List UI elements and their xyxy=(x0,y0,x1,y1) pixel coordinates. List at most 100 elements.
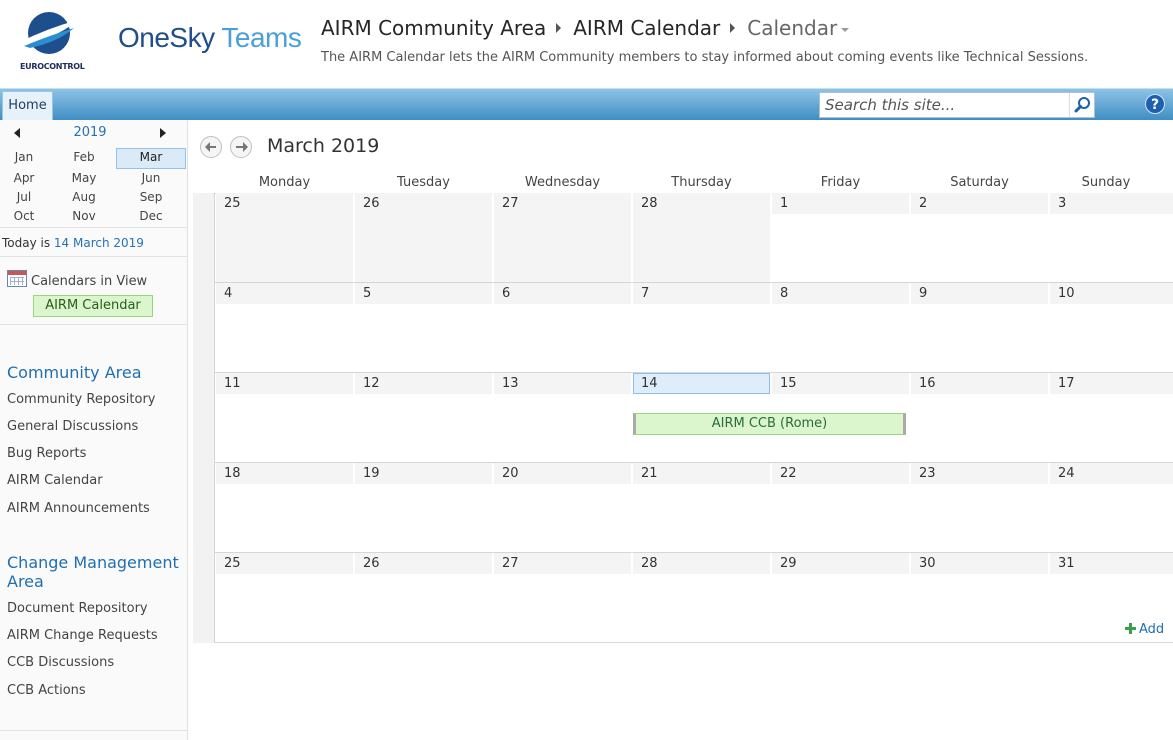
search-input[interactable] xyxy=(820,93,1068,117)
day-cell[interactable]: 19 xyxy=(355,463,494,552)
nav-heading-change-management-area[interactable]: Change Management Area xyxy=(7,553,179,591)
breadcrumb-current-view[interactable]: Calendar xyxy=(747,16,837,40)
today-indicator: Today is 14 March 2019 xyxy=(0,227,187,257)
week-gutter[interactable] xyxy=(193,193,215,283)
day-cell[interactable]: 18 xyxy=(216,463,355,552)
search-button[interactable] xyxy=(1069,93,1094,117)
nav-link-airm-announcements[interactable]: AIRM Announcements xyxy=(7,501,150,516)
day-cell[interactable]: 23 xyxy=(911,463,1050,552)
day-number: 14 xyxy=(633,373,770,394)
tab-home[interactable]: Home xyxy=(2,91,53,120)
day-cell[interactable]: 12 xyxy=(355,373,494,462)
day-cell[interactable]: 25 xyxy=(216,193,355,282)
day-cell[interactable]: 26 xyxy=(355,193,494,282)
day-cell[interactable]: 16 xyxy=(911,373,1050,462)
add-event-button[interactable]: Add xyxy=(1125,622,1164,637)
nav-link-ccb-actions[interactable]: CCB Actions xyxy=(7,683,86,698)
day-cell[interactable]: 30 xyxy=(911,553,1050,642)
day-cell[interactable]: 4 xyxy=(216,283,355,372)
day-number: 28 xyxy=(633,193,770,214)
week-gutter[interactable] xyxy=(193,373,215,463)
day-cell[interactable]: 1 xyxy=(772,193,911,282)
day-cell[interactable]: 28 xyxy=(633,553,772,642)
month-feb[interactable]: Feb xyxy=(50,148,118,167)
nav-link-ccb-discussions[interactable]: CCB Discussions xyxy=(7,655,114,670)
breadcrumb-airm-calendar[interactable]: AIRM Calendar xyxy=(573,16,720,40)
calendar-icon xyxy=(7,270,27,287)
day-cell[interactable]: 20 xyxy=(494,463,633,552)
nav-heading-line: Change Management xyxy=(7,553,179,572)
next-month-button[interactable] xyxy=(230,136,252,158)
nav-link-airm-calendar[interactable]: AIRM Calendar xyxy=(7,473,103,488)
day-number: 22 xyxy=(772,463,909,484)
nav-heading-community-area[interactable]: Community Area xyxy=(7,363,142,382)
nav-link-airm-change-requests[interactable]: AIRM Change Requests xyxy=(7,628,158,643)
day-number: 18 xyxy=(216,463,353,484)
calendar-event[interactable]: AIRM CCB (Rome) xyxy=(633,413,906,435)
day-number: 25 xyxy=(216,553,353,574)
weekday-tuesday: Tuesday xyxy=(397,175,450,190)
day-cell[interactable]: 9 xyxy=(911,283,1050,372)
month-aug[interactable]: Aug xyxy=(50,188,118,207)
today-prefix: Today is xyxy=(2,236,54,250)
week-gutter[interactable] xyxy=(193,553,215,643)
day-cell[interactable]: 13 xyxy=(494,373,633,462)
help-button[interactable]: ? xyxy=(1145,94,1165,114)
month-may[interactable]: May xyxy=(50,169,118,188)
site-brand[interactable]: OneSky Teams xyxy=(118,22,302,54)
day-cell[interactable]: 29 xyxy=(772,553,911,642)
day-cell[interactable]: 2 xyxy=(911,193,1050,282)
day-cell[interactable]: 26 xyxy=(355,553,494,642)
today-date-link[interactable]: 14 March 2019 xyxy=(54,236,144,250)
day-number: 21 xyxy=(633,463,770,484)
day-cell[interactable]: 8 xyxy=(772,283,911,372)
day-cell[interactable]: 25 xyxy=(216,553,355,642)
day-number: 15 xyxy=(772,373,909,394)
month-mar[interactable]: Mar xyxy=(116,148,186,169)
week-row: 25 26 27 28 1 2 3 xyxy=(193,193,1173,283)
weekday-saturday: Saturday xyxy=(950,175,1009,190)
day-number: 13 xyxy=(494,373,631,394)
day-cell[interactable]: 27 xyxy=(494,553,633,642)
left-navigation: 2019 Jan Feb Mar Apr May Jun Jul Aug Sep… xyxy=(0,120,188,740)
date-picker: 2019 Jan Feb Mar Apr May Jun Jul Aug Sep… xyxy=(0,120,187,228)
previous-month-button[interactable] xyxy=(200,136,222,158)
month-jun[interactable]: Jun xyxy=(117,169,185,188)
breadcrumb: AIRM Community Area AIRM Calendar Calendar xyxy=(321,16,850,40)
day-cell[interactable]: 17 xyxy=(1050,373,1173,462)
nav-link-community-repository[interactable]: Community Repository xyxy=(7,392,156,407)
day-cell[interactable]: 5 xyxy=(355,283,494,372)
day-cell[interactable]: 10 xyxy=(1050,283,1173,372)
previous-year-icon[interactable] xyxy=(14,128,20,138)
day-number: 27 xyxy=(494,553,631,574)
month-dec[interactable]: Dec xyxy=(117,207,185,226)
month-sep[interactable]: Sep xyxy=(117,188,185,207)
nav-heading-line: Area xyxy=(7,572,44,591)
week-gutter[interactable] xyxy=(193,283,215,373)
view-dropdown-icon[interactable] xyxy=(841,27,850,32)
day-cell[interactable]: 21 xyxy=(633,463,772,552)
breadcrumb-community-area[interactable]: AIRM Community Area xyxy=(321,16,546,40)
day-cell[interactable]: 3 xyxy=(1050,193,1173,282)
calendar-overlay-airm-calendar[interactable]: AIRM Calendar xyxy=(33,295,153,317)
month-nov[interactable]: Nov xyxy=(50,207,118,226)
nav-link-document-repository[interactable]: Document Repository xyxy=(7,601,148,616)
day-number: 29 xyxy=(772,553,909,574)
nav-link-general-discussions[interactable]: General Discussions xyxy=(7,419,138,434)
date-picker-year[interactable]: 2019 xyxy=(60,125,120,140)
day-cell[interactable]: 22 xyxy=(772,463,911,552)
day-cell[interactable]: 24 xyxy=(1050,463,1173,552)
day-number: 30 xyxy=(911,553,1048,574)
day-cell[interactable]: 6 xyxy=(494,283,633,372)
week-row: 4 5 6 7 8 9 10 xyxy=(193,283,1173,373)
week-gutter[interactable] xyxy=(193,463,215,553)
nav-link-bug-reports[interactable]: Bug Reports xyxy=(7,446,86,461)
page-description: The AIRM Calendar lets the AIRM Communit… xyxy=(321,50,1089,65)
day-number: 11 xyxy=(216,373,353,394)
day-cell[interactable]: 27 xyxy=(494,193,633,282)
day-number: 31 xyxy=(1050,553,1173,574)
day-cell[interactable]: 28 xyxy=(633,193,772,282)
next-year-icon[interactable] xyxy=(160,128,166,138)
day-cell[interactable]: 7 xyxy=(633,283,772,372)
day-cell[interactable]: 11 xyxy=(216,373,355,462)
